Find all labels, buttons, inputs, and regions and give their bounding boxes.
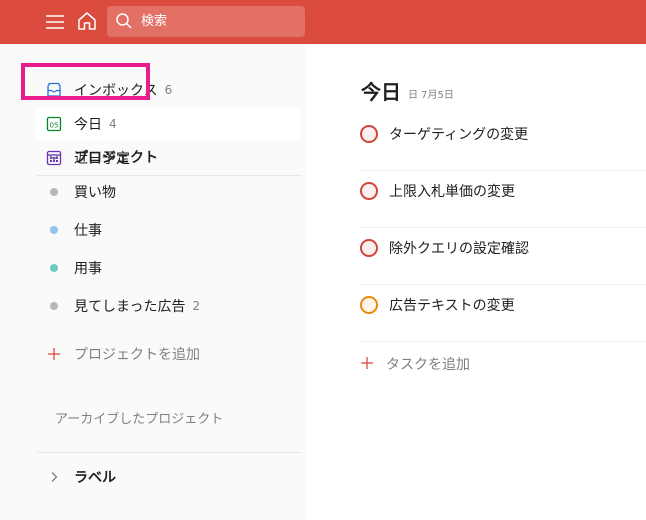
divider [36, 452, 302, 453]
top-bar [0, 0, 646, 44]
project-label: 仕事 [74, 223, 102, 239]
project-color-dot [50, 264, 58, 272]
project-item[interactable]: 見てしまった広告 2 [36, 290, 300, 322]
item-count: 2 [192, 299, 201, 313]
labels-heading: ラベル [74, 470, 116, 486]
task-label[interactable]: 広告テキストの変更 [389, 295, 515, 315]
task-checkbox[interactable] [360, 182, 378, 200]
task-checkbox[interactable] [360, 296, 378, 314]
today-icon-number: 05 [50, 122, 59, 130]
chevron-down-icon[interactable] [44, 147, 64, 167]
item-count: 6 [164, 83, 173, 97]
add-project-label: プロジェクトを追加 [74, 347, 200, 363]
project-color-dot [50, 302, 58, 310]
project-label: 見てしまった広告 [74, 299, 186, 315]
search-box[interactable] [107, 6, 305, 37]
project-item[interactable]: 仕事 [36, 214, 300, 246]
project-item[interactable]: 用事 [36, 252, 300, 284]
highlight-box [21, 63, 150, 100]
project-label: 用事 [74, 261, 102, 277]
page-date: 日 7月5日 [408, 90, 454, 101]
home-icon[interactable] [76, 10, 98, 32]
task-row[interactable]: 広告テキストの変更 [360, 285, 646, 342]
today-calendar-icon: 05 [44, 114, 64, 134]
task-row[interactable]: 除外クエリの設定確認 [360, 228, 646, 285]
chevron-right-icon[interactable] [44, 467, 64, 487]
plus-icon [44, 344, 64, 364]
sidebar-item-label: 今日 [74, 117, 102, 133]
add-task-button[interactable]: タスクを追加 [360, 353, 470, 375]
plus-icon [360, 355, 374, 374]
add-task-label: タスクを追加 [386, 357, 470, 373]
sidebar-item-today[interactable]: 05 今日 4 [36, 108, 300, 140]
task-checkbox[interactable] [360, 125, 378, 143]
task-label[interactable]: 上限入札単価の変更 [389, 181, 515, 201]
task-checkbox[interactable] [360, 239, 378, 257]
task-label[interactable]: ターゲティングの変更 [389, 124, 528, 144]
task-row[interactable]: ターゲティングの変更 [360, 114, 646, 171]
main-content: 今日 日 7月5日 ターゲティングの変更 上限入札単価の変更 除外クエリの設定確… [305, 44, 646, 520]
task-label[interactable]: 除外クエリの設定確認 [389, 238, 529, 258]
item-count: 4 [109, 117, 117, 131]
project-label: 買い物 [74, 185, 116, 201]
projects-toggle[interactable]: プロジェクト [36, 140, 300, 174]
page-title: 今日 [361, 80, 401, 104]
archived-projects-link[interactable]: アーカイブしたプロジェクト [55, 408, 223, 427]
project-item[interactable]: 買い物 [36, 176, 300, 208]
search-input[interactable] [141, 6, 299, 37]
labels-toggle[interactable]: ラベル [36, 462, 116, 492]
search-icon [116, 13, 132, 29]
project-color-dot [50, 188, 58, 196]
menu-icon[interactable] [44, 12, 66, 32]
project-color-dot [50, 226, 58, 234]
task-row[interactable]: 上限入札単価の変更 [360, 171, 646, 228]
add-project-button[interactable]: プロジェクトを追加 [36, 338, 200, 370]
projects-heading: プロジェクト [74, 150, 158, 166]
